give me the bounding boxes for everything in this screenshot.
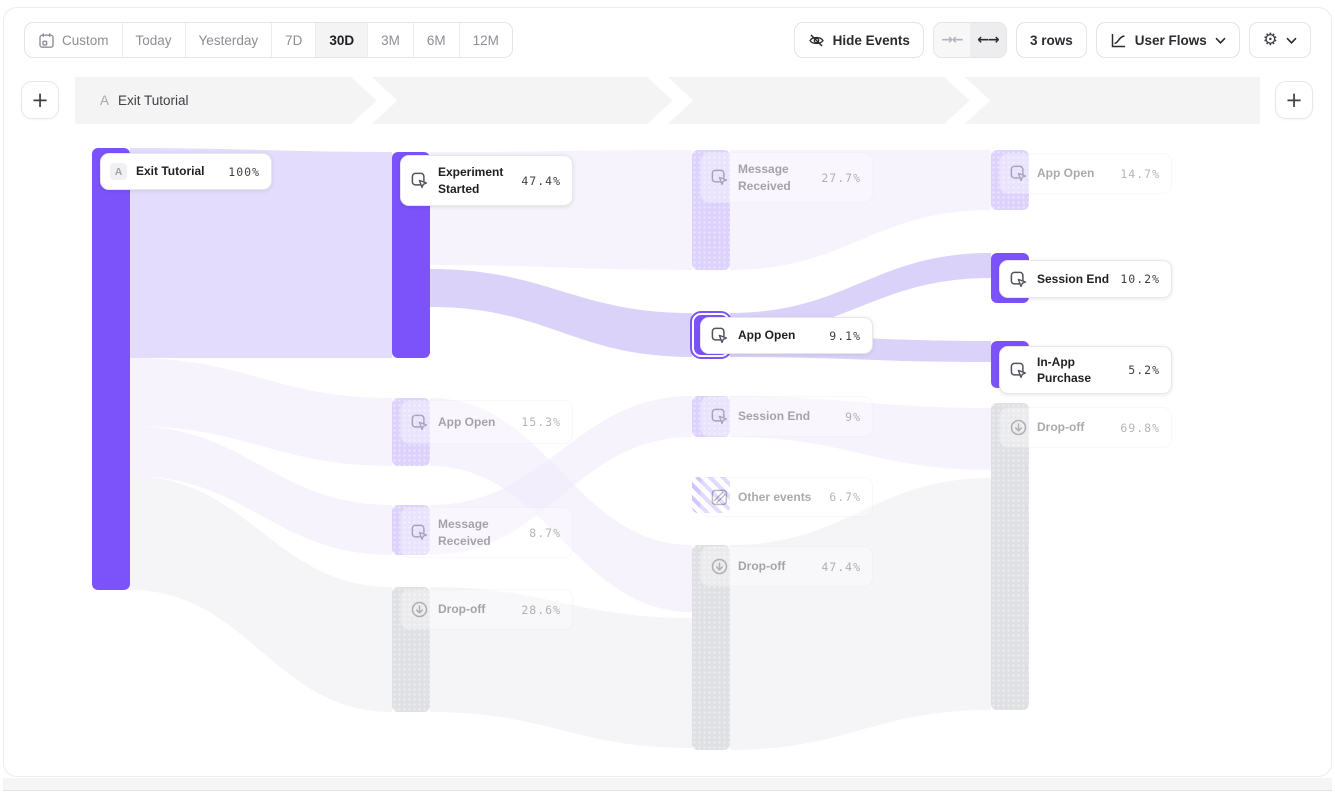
- node-percentage: 69.8%: [1120, 421, 1160, 435]
- event-icon: [410, 413, 429, 432]
- drop-off-icon: [410, 600, 429, 619]
- node-percentage: 5.2%: [1128, 363, 1160, 377]
- node-card-c2-drop[interactable]: Drop-off 28.6%: [400, 589, 573, 630]
- node-bar-c4-drop[interactable]: [991, 403, 1029, 710]
- node-percentage: 10.2%: [1120, 272, 1160, 286]
- node-percentage: 27.7%: [821, 171, 861, 185]
- event-icon: [1009, 270, 1028, 289]
- node-percentage: 9%: [845, 410, 861, 424]
- event-icon: [1009, 361, 1028, 380]
- node-label: Experiment Started: [438, 164, 512, 196]
- flow-ribbon: [730, 478, 991, 750]
- node-card-c4-drop[interactable]: Drop-off 69.8%: [999, 407, 1172, 448]
- node-label: Drop-off: [1037, 419, 1111, 435]
- node-label: App Open: [738, 327, 820, 343]
- node-label: Exit Tutorial: [136, 163, 219, 179]
- node-label: Message Received: [738, 161, 812, 193]
- event-icon: [410, 523, 429, 542]
- node-card-c1-exit[interactable]: A Exit Tutorial 100%: [100, 153, 272, 190]
- node-label: App Open: [438, 414, 512, 430]
- event-icon: [710, 407, 729, 426]
- node-label: In-App Purchase: [1037, 354, 1119, 386]
- other-events-icon: [710, 488, 729, 507]
- node-card-c4-inapp[interactable]: In-App Purchase 5.2%: [999, 346, 1172, 394]
- event-icon: [710, 168, 729, 187]
- node-card-c4-app[interactable]: App Open 14.7%: [999, 153, 1172, 194]
- node-card-c2-app[interactable]: App Open 15.3%: [400, 400, 573, 444]
- flow-ribbons: [0, 0, 1335, 793]
- node-bar-c1-exit[interactable]: [92, 148, 130, 590]
- node-label: Session End: [1037, 271, 1111, 287]
- node-label: Message Received: [438, 516, 520, 548]
- flow-ribbon: [430, 269, 692, 357]
- node-card-c2-exp[interactable]: Experiment Started 47.4%: [400, 155, 573, 206]
- node-label: Drop-off: [738, 558, 812, 574]
- node-percentage: 9.1%: [829, 329, 861, 343]
- node-card-c3-msg[interactable]: Message Received 27.7%: [700, 152, 873, 203]
- node-label: App Open: [1037, 165, 1111, 181]
- node-percentage: 8.7%: [529, 526, 561, 540]
- event-icon: [1009, 164, 1028, 183]
- node-percentage: 47.4%: [521, 174, 561, 188]
- node-card-c3-other[interactable]: Other events 6.7%: [700, 477, 873, 517]
- node-card-c3-sess[interactable]: Session End 9%: [700, 396, 873, 437]
- event-icon: [710, 326, 729, 345]
- node-percentage: 14.7%: [1120, 167, 1160, 181]
- node-card-c2-msg[interactable]: Message Received 8.7%: [400, 507, 573, 558]
- event-icon: [410, 171, 429, 190]
- node-percentage: 15.3%: [521, 415, 561, 429]
- node-percentage: 100%: [228, 165, 260, 179]
- node-label: Drop-off: [438, 601, 512, 617]
- node-percentage: 6.7%: [829, 490, 861, 504]
- node-label: Other events: [738, 489, 820, 505]
- node-percentage: 28.6%: [521, 603, 561, 617]
- drop-off-icon: [1009, 418, 1028, 437]
- event-series-badge: A: [110, 163, 127, 180]
- drop-off-icon: [710, 557, 729, 576]
- node-card-c3-app[interactable]: App Open 9.1%: [700, 317, 873, 354]
- node-label: Session End: [738, 408, 836, 424]
- node-card-c3-drop[interactable]: Drop-off 47.4%: [700, 546, 873, 587]
- node-percentage: 47.4%: [821, 560, 861, 574]
- node-card-c4-sess[interactable]: Session End 10.2%: [999, 260, 1172, 298]
